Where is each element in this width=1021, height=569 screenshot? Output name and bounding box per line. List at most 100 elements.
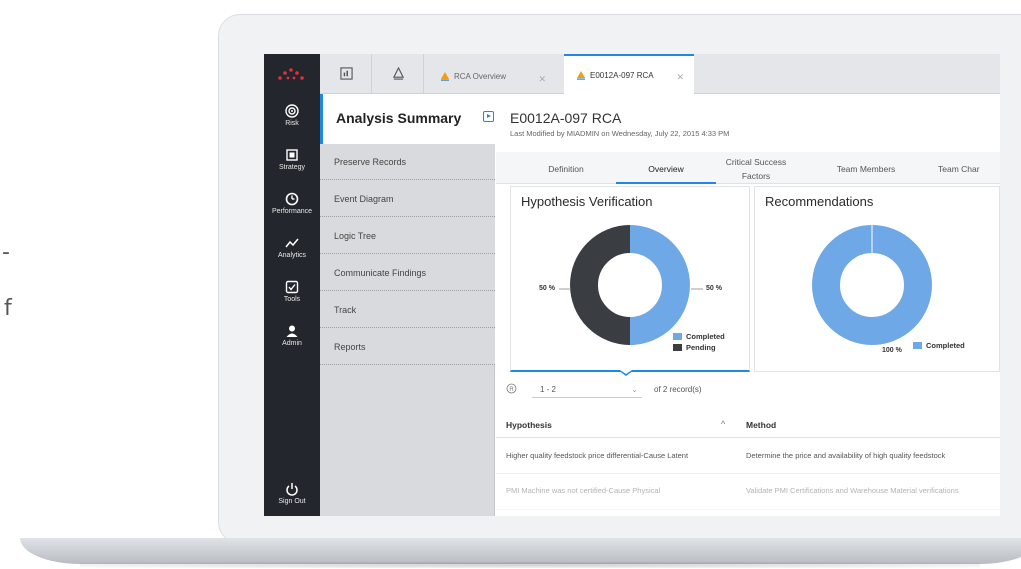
- sign-out-button[interactable]: Sign Out: [264, 482, 320, 505]
- laptop-base: [20, 538, 1021, 564]
- rca-tree-icon: [392, 67, 405, 80]
- laptop-shadow: [80, 562, 980, 568]
- legend-pending: Pending: [673, 343, 716, 352]
- legend-swatch: [673, 344, 682, 351]
- app-logo-icon: [278, 68, 304, 80]
- legend-label: Pending: [686, 343, 716, 352]
- tab-team-members[interactable]: Team Members: [816, 152, 916, 184]
- record-title: E0012A-097 RCA: [510, 110, 622, 126]
- strategy-icon: [286, 149, 298, 161]
- nav-label: Admin: [282, 340, 302, 347]
- nav-label: Performance: [271, 208, 313, 215]
- hypothesis-verification-card[interactable]: Hypothesis Verification 50 % 50 % Comple…: [510, 186, 750, 372]
- legend-swatch: [913, 342, 922, 349]
- donut-slices: [812, 225, 932, 345]
- tab-strip: RCA Overview ✕ E0012A-097 RCA ✕: [320, 54, 1000, 94]
- close-icon[interactable]: ✕: [538, 74, 546, 85]
- donut-slice-completed: [629, 225, 690, 345]
- donut-slices: [570, 225, 690, 345]
- method-cell: Determine the price and availability of …: [746, 451, 946, 460]
- completed-percentage: 100 %: [882, 347, 902, 354]
- page: - f Risk Strategy Performance Analytics …: [0, 0, 1021, 569]
- tab-label: RCA Overview: [454, 72, 507, 81]
- trend-line-icon: [285, 238, 299, 248]
- close-icon[interactable]: ✕: [676, 72, 684, 83]
- nav-item-tools[interactable]: Tools: [264, 280, 320, 303]
- table-header: Hypothesis ^ Method: [496, 412, 1000, 438]
- page-text-fragment: f: [4, 296, 12, 321]
- sidebar-item-event-diagram[interactable]: Event Diagram: [320, 181, 495, 217]
- card-title: Hypothesis Verification: [521, 194, 653, 209]
- sidebar-title: Analysis Summary: [336, 110, 462, 126]
- collapse-sidebar-icon[interactable]: [483, 111, 494, 122]
- record-subtitle: Last Modified by MIADMIN on Wednesday, J…: [510, 129, 730, 138]
- sidebar-item-logic-tree[interactable]: Logic Tree: [320, 218, 495, 254]
- svg-text:R: R: [509, 387, 514, 393]
- hypothesis-cell: PMI Machine was not certified-Cause Phys…: [506, 486, 661, 495]
- app-screen: Risk Strategy Performance Analytics Tool…: [264, 54, 1000, 516]
- dashboard-icon: [340, 67, 353, 80]
- user-icon: [286, 325, 298, 337]
- rca-tab-icon: [577, 71, 585, 80]
- sign-out-label: Sign Out: [278, 498, 306, 505]
- hypothesis-donut-chart: [570, 225, 690, 345]
- checkbox-tools-icon: [285, 280, 299, 294]
- tab-critical-success-factors[interactable]: Critical Success Factors: [716, 152, 796, 184]
- nav-item-risk[interactable]: Risk: [264, 104, 320, 127]
- table-row[interactable]: PMI Machine was not certified-Cause Phys…: [496, 474, 1000, 510]
- tab-label: E0012A-097 RCA: [590, 71, 654, 80]
- table-row[interactable]: Higher quality feedstock price different…: [496, 438, 1000, 474]
- leader-line: [559, 288, 571, 290]
- pending-percentage: 50 %: [539, 285, 555, 292]
- recommendations-card[interactable]: Recommendations 100 % Completed: [754, 186, 1000, 372]
- rca-home-tab[interactable]: [372, 54, 424, 94]
- record-count: of 2 record(s): [654, 385, 702, 394]
- leader-line: [691, 288, 703, 290]
- tab-rca-overview[interactable]: RCA Overview ✕: [428, 60, 556, 94]
- chevron-down-icon: ⌄: [631, 385, 638, 394]
- nav-label: Tools: [283, 296, 301, 303]
- refresh-icon[interactable]: R: [506, 383, 517, 394]
- tab-team-charter[interactable]: Team Char: [916, 152, 1000, 184]
- page-range: 1 - 2: [540, 385, 557, 394]
- main-nav: Risk Strategy Performance Analytics Tool…: [264, 54, 320, 516]
- sidebar-item-communicate-findings[interactable]: Communicate Findings: [320, 255, 495, 291]
- hypothesis-cell: Higher quality feedstock price different…: [506, 451, 689, 460]
- gauge-icon: [285, 192, 299, 206]
- record-subtabs: Definition Overview Critical Success Fac…: [496, 152, 1000, 184]
- card-title: Recommendations: [765, 194, 874, 209]
- sidebar-header[interactable]: Analysis Summary: [320, 94, 495, 144]
- sort-asc-icon[interactable]: ^: [721, 419, 725, 429]
- nav-item-strategy[interactable]: Strategy: [264, 148, 320, 171]
- nav-item-analytics[interactable]: Analytics: [264, 236, 320, 259]
- power-icon: [286, 483, 298, 496]
- main-content: E0012A-097 RCA Last Modified by MIADMIN …: [496, 94, 1000, 516]
- sidebar-item-preserve-records[interactable]: Preserve Records: [320, 144, 495, 180]
- legend-label: Completed: [686, 332, 725, 341]
- donut-slice-pending: [570, 225, 631, 345]
- nav-item-admin[interactable]: Admin: [264, 324, 320, 347]
- completed-percentage: 50 %: [706, 285, 722, 292]
- nav-label: Strategy: [278, 164, 306, 171]
- nav-label: Analytics: [277, 252, 306, 259]
- analysis-sidebar: Analysis Summary Preserve Records Event …: [320, 94, 495, 516]
- method-cell: Validate PMI Certifications and Warehous…: [746, 486, 959, 495]
- sidebar-item-reports[interactable]: Reports: [320, 329, 495, 365]
- selection-arrow-inner: [620, 370, 632, 374]
- legend-label: Completed: [926, 341, 965, 350]
- page-range-select[interactable]: 1 - 2 ⌄: [532, 382, 642, 398]
- record-pager: R 1 - 2 ⌄ of 2 record(s): [504, 382, 804, 402]
- nav-item-performance[interactable]: Performance: [264, 192, 320, 215]
- tab-e0012a-097-rca[interactable]: E0012A-097 RCA ✕: [564, 54, 694, 94]
- legend-swatch: [673, 333, 682, 340]
- column-method[interactable]: Method: [746, 420, 776, 430]
- dashboard-tab[interactable]: [320, 54, 372, 94]
- column-hypothesis[interactable]: Hypothesis: [506, 420, 552, 430]
- sidebar-item-track[interactable]: Track: [320, 292, 495, 328]
- page-text-fragment: -: [2, 240, 10, 265]
- legend-completed: Completed: [673, 332, 725, 341]
- recommendations-donut-chart: [812, 225, 932, 345]
- nav-label: Risk: [285, 120, 299, 127]
- tab-overview[interactable]: Overview: [616, 152, 716, 184]
- tab-definition[interactable]: Definition: [516, 152, 616, 184]
